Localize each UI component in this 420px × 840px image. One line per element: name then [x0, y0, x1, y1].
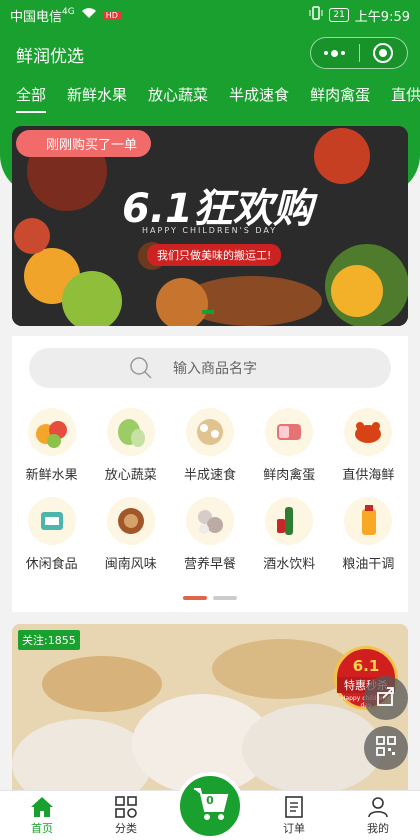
close-mini-program-button[interactable]	[360, 38, 408, 68]
category-pager	[12, 596, 408, 600]
category-snacks[interactable]: 休闲食品	[12, 497, 91, 572]
search-bar[interactable]: 输入商品名字	[29, 348, 391, 388]
nav-mine[interactable]: 我的	[336, 791, 420, 840]
battery-indicator: 21	[329, 8, 349, 22]
seafood-icon	[344, 408, 393, 456]
category-label: 放心蔬菜	[104, 468, 157, 483]
meat-icon	[265, 408, 314, 456]
search-icon	[129, 356, 153, 380]
drink-icon	[265, 497, 314, 545]
local-food-icon	[106, 497, 155, 545]
category-label: 半成速食	[183, 468, 236, 483]
breakfast-icon	[185, 497, 234, 545]
tab-fresh-fruit[interactable]: 新鲜水果	[67, 84, 127, 113]
category-grain-oil[interactable]: 粮油干调	[329, 497, 408, 572]
category-vegetables[interactable]: 放心蔬菜	[91, 408, 170, 483]
category-label: 新鲜水果	[25, 468, 78, 483]
user-icon	[366, 794, 390, 820]
hd-badge: HD	[102, 10, 121, 20]
app-title: 鲜润优选	[16, 47, 84, 67]
product-card[interactable]: 关注:1855 6.1 特惠秒杀 Happy children's day	[12, 624, 408, 794]
category-label: 鲜肉禽蛋	[263, 468, 316, 483]
mini-program-capsule	[310, 37, 408, 69]
category-panel: 输入商品名字 新鲜水果 放心蔬菜 半成速食 鲜肉禽蛋 直供海鲜 休闲食品 闽南风…	[12, 336, 408, 612]
nav-orders-label: 订单	[283, 822, 305, 835]
tab-semi-prepared[interactable]: 半成速食	[229, 84, 289, 113]
tab-all[interactable]: 全部	[16, 84, 47, 113]
target-icon	[373, 43, 394, 63]
category-drinks[interactable]: 酒水饮料	[250, 497, 329, 572]
cart-button[interactable]: 0	[176, 772, 244, 840]
nav-home[interactable]: 首页	[0, 791, 84, 840]
qrcode-icon	[375, 735, 397, 761]
category-meat-eggs[interactable]: 鲜肉禽蛋	[250, 408, 329, 483]
category-fresh-fruit[interactable]: 新鲜水果	[12, 408, 91, 483]
cart-count: 0	[206, 794, 214, 807]
clock: 上午9:59	[354, 9, 410, 25]
nav-category[interactable]: 分类	[84, 791, 168, 840]
category-tabs: 全部 新鲜水果 放心蔬菜 半成速食 鲜肉禽蛋 直供	[16, 84, 420, 113]
category-label: 闽南风味	[104, 557, 157, 572]
category-grid: 新鲜水果 放心蔬菜 半成速食 鲜肉禽蛋 直供海鲜 休闲食品 闽南风味 营养早餐	[12, 408, 408, 572]
vegetable-icon	[106, 408, 155, 456]
tab-direct-supply[interactable]: 直供	[391, 84, 420, 113]
fast-food-icon	[185, 408, 234, 456]
network-label: 4G	[62, 7, 75, 17]
nav-orders[interactable]: 订单	[252, 791, 336, 840]
category-label: 休闲食品	[25, 557, 78, 572]
category-breakfast[interactable]: 营养早餐	[170, 497, 249, 572]
tab-meat-eggs[interactable]: 鲜肉禽蛋	[310, 84, 370, 113]
category-label: 营养早餐	[183, 557, 236, 572]
category-icon	[114, 794, 138, 820]
category-label: 直供海鲜	[342, 468, 395, 483]
nav-home-label: 首页	[31, 822, 53, 835]
category-seafood[interactable]: 直供海鲜	[329, 408, 408, 483]
nav-mine-label: 我的	[367, 822, 389, 835]
carrier-label: 中国电信	[10, 9, 63, 25]
category-label: 粮油干调	[342, 557, 395, 572]
more-icon	[324, 49, 346, 57]
share-button[interactable]	[364, 676, 408, 720]
status-bar: 中国电信 4G HD 21 上午9:59	[0, 0, 420, 30]
category-semi-prepared[interactable]: 半成速食	[170, 408, 249, 483]
home-icon	[29, 794, 55, 820]
qrcode-button[interactable]	[364, 726, 408, 770]
category-label: 酒水饮料	[263, 557, 316, 572]
tab-vegetables[interactable]: 放心蔬菜	[148, 84, 208, 113]
more-button[interactable]	[311, 38, 359, 68]
share-icon	[375, 685, 397, 711]
grain-oil-icon	[344, 497, 393, 545]
banner-slogan: 我们只做美味的搬运工!	[147, 244, 282, 266]
nav-category-label: 分类	[115, 822, 137, 835]
fruit-icon	[27, 408, 76, 456]
snack-icon	[27, 497, 76, 545]
pager-dot[interactable]	[213, 596, 237, 600]
recent-purchase-toast: 刚刚购买了一单	[16, 130, 152, 157]
orders-icon	[283, 794, 305, 820]
pager-dot-active[interactable]	[183, 596, 207, 600]
follow-count: 关注:1855	[18, 630, 80, 650]
search-placeholder: 输入商品名字	[173, 361, 257, 377]
category-local-flavor[interactable]: 闽南风味	[91, 497, 170, 572]
banner-subline: HAPPY CHILDREN'S DAY	[142, 226, 278, 235]
vibrate-icon	[309, 6, 323, 24]
promo-banner[interactable]: 刚刚购买了一单 6.1狂欢购 HAPPY CHILDREN'S DAY 我们只做…	[12, 126, 408, 326]
wifi-icon	[81, 7, 97, 23]
seal-top: 6.1	[352, 657, 380, 675]
